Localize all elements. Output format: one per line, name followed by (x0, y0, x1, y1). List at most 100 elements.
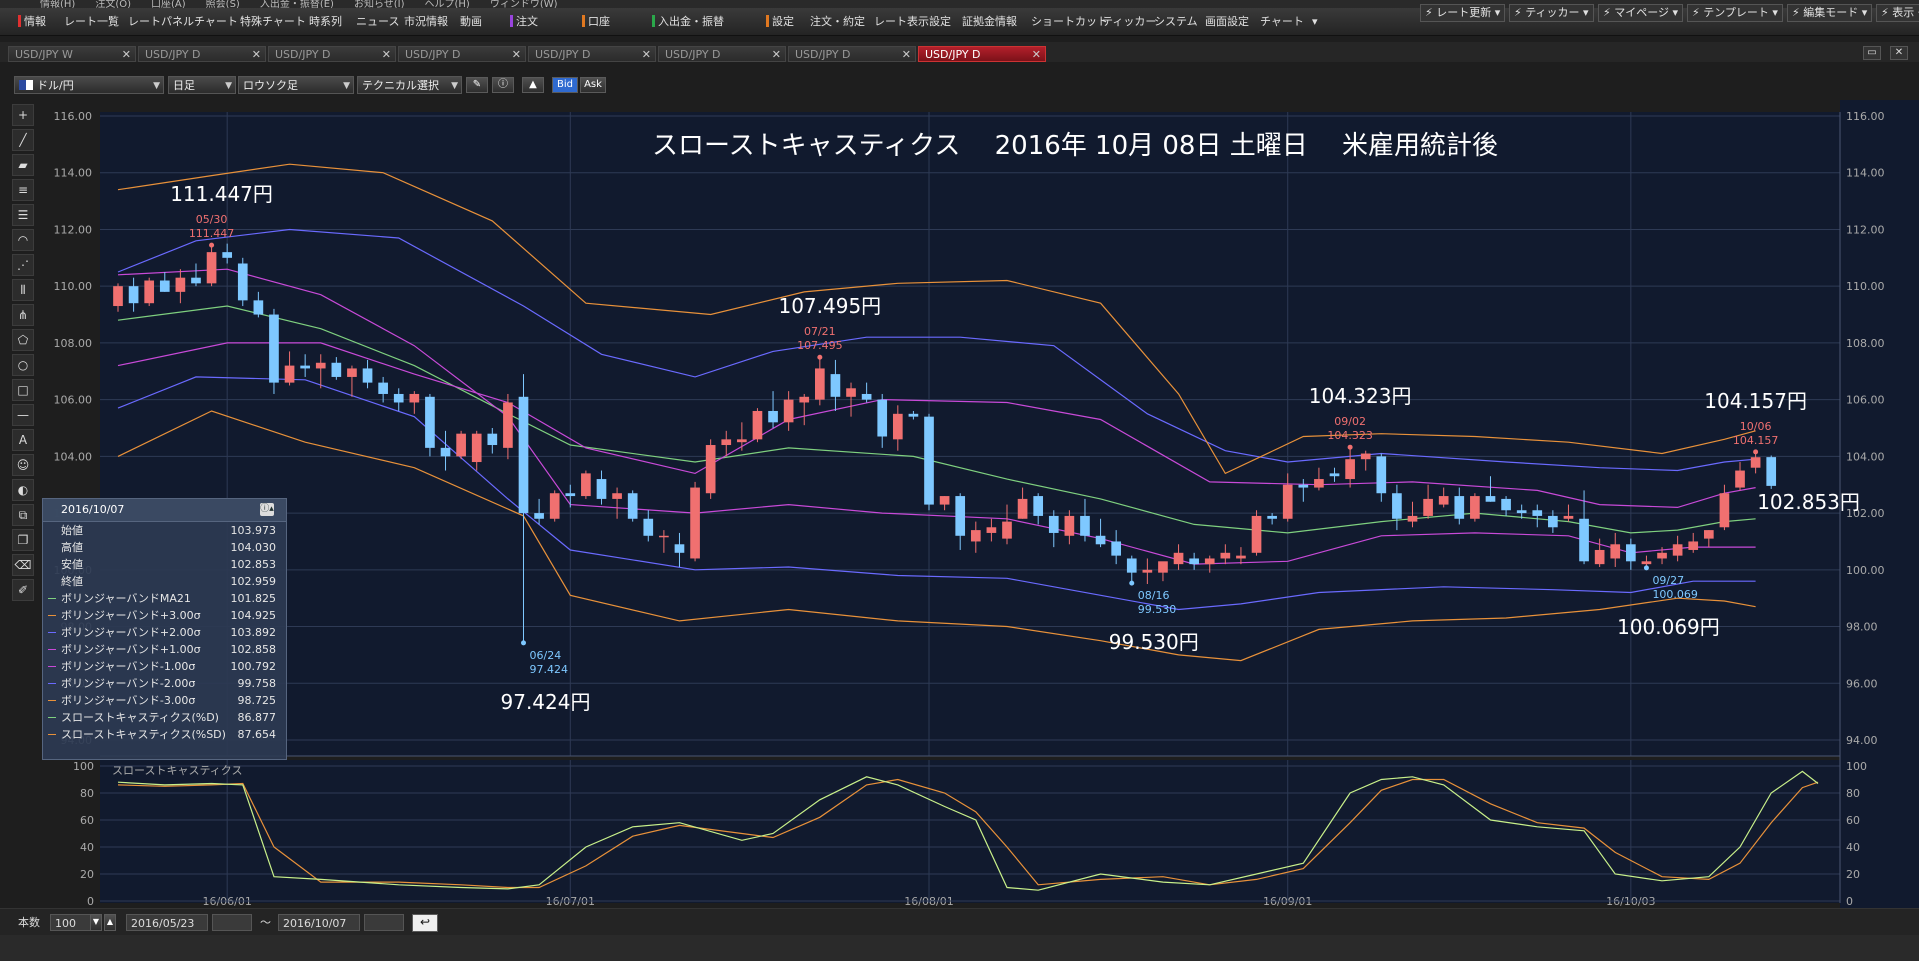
refresh-icon[interactable]: ↩ (412, 914, 438, 932)
mountain-chart-icon[interactable]: ▲ (522, 77, 544, 93)
horizontal-lines-icon[interactable]: ≡ (12, 179, 34, 201)
rectangle-icon[interactable]: □ (12, 379, 34, 401)
eraser-icon[interactable]: ⌫ (12, 554, 34, 576)
top-right-menu[interactable]: ⚡ 編集モード ▾ (1787, 4, 1873, 22)
close-tab-icon[interactable]: ✕ (512, 47, 521, 63)
chart-tab[interactable]: USD/JPY W ✕ (8, 46, 136, 62)
toolbar-button[interactable]: 注文・約定 (806, 14, 869, 30)
menu-item[interactable]: 情報(H) (40, 0, 75, 8)
stamp-icon[interactable]: ☺ (12, 454, 34, 476)
toolbar-button[interactable]: チャート (1256, 14, 1308, 30)
close-tab-icon[interactable]: ✕ (252, 47, 261, 63)
flag-icon (19, 80, 33, 90)
toolbar-more-icon[interactable]: ▾ (1308, 14, 1322, 30)
close-tab-icon[interactable]: ✕ (902, 47, 911, 63)
circle-icon[interactable]: ○ (12, 354, 34, 376)
vertical-lines-icon[interactable]: ⦀ (12, 279, 34, 301)
pen-icon[interactable]: ✎ (466, 77, 488, 93)
technical-select[interactable]: テクニカル選択 ▼ (357, 76, 462, 94)
menu-item[interactable]: 注文(O) (95, 0, 131, 8)
date-from-field[interactable]: 2016/05/23 (126, 914, 208, 931)
toolbar-button[interactable]: 動画 (456, 14, 486, 30)
close-tab-icon[interactable]: ✕ (1032, 47, 1041, 63)
count-down-icon[interactable]: ▼ (90, 914, 102, 931)
pentagon-icon[interactable]: ⬠ (12, 329, 34, 351)
chart-tab[interactable]: USD/JPY D ✕ (398, 46, 526, 62)
toolbar-button[interactable]: ニュース (352, 14, 403, 30)
toolbar-button[interactable]: 証拠金情報 (958, 14, 1021, 30)
close-tab-icon[interactable]: ✕ (382, 47, 391, 63)
bid-button[interactable]: Bid (552, 77, 578, 93)
chart-tab[interactable]: USD/JPY D ✕ (918, 46, 1046, 62)
close-tab-icon[interactable]: ✕ (772, 47, 781, 63)
series-swatch (48, 666, 56, 667)
date-to-picker[interactable] (364, 914, 404, 931)
menu-item[interactable]: 口座(A) (151, 0, 186, 8)
toolbar-button[interactable]: レート一覧 (60, 14, 123, 30)
toolbar-button[interactable]: 口座 (578, 14, 614, 30)
menu-item[interactable]: 入出金・振替(E) (260, 0, 334, 8)
menu-item[interactable]: ヘルプ(H) (425, 0, 470, 8)
magic-icon[interactable]: ✐ (12, 579, 34, 601)
price-chart[interactable]: 116.00 116.00 114.00 114.00 112.00 112.00 110.… (40, 100, 1919, 908)
toolbar-button[interactable]: 入出金・振替 (648, 14, 728, 30)
fan-icon[interactable]: ⋰ (12, 254, 34, 276)
info-icon[interactable]: ⓘ (492, 77, 514, 93)
horizontal-line-icon[interactable]: — (12, 404, 34, 426)
pitchfork-icon[interactable]: ⋔ (12, 304, 34, 326)
count-up-icon[interactable]: ▲ (104, 914, 116, 931)
top-right-menu[interactable]: ⚡ レート更新 ▾ (1420, 4, 1506, 22)
menu-item[interactable]: 照会(S) (206, 0, 240, 8)
stoch-tick-right: 100 (1846, 760, 1867, 773)
top-right-menu[interactable]: ⚡ マイページ ▾ (1598, 4, 1684, 22)
status-bar (0, 935, 1919, 961)
menu-item[interactable]: ウィンドウ(W) (490, 0, 558, 8)
ask-button[interactable]: Ask (580, 77, 606, 93)
annotation-date: 09/02 (1334, 415, 1366, 428)
trendline-icon[interactable]: ╱ (12, 129, 34, 151)
close-window-icon[interactable]: ✕ (1890, 46, 1908, 60)
toolbar-button[interactable]: チャート (190, 14, 242, 30)
top-right-menu[interactable]: ⚡ 表示・環境設定 ▾ (1876, 4, 1919, 22)
date-from-picker[interactable] (212, 914, 252, 931)
toolbar-button[interactable]: 情報 (14, 14, 50, 30)
candle-body (1251, 515, 1262, 553)
date-to-field[interactable]: 2016/10/07 (278, 914, 360, 931)
toolbar-button[interactable]: 時系列 (305, 14, 346, 30)
toolbar-button[interactable]: レートパネル (124, 14, 198, 30)
toolbar-button[interactable]: 設定 (762, 14, 798, 30)
chart-tab[interactable]: USD/JPY D ✕ (268, 46, 396, 62)
layers-icon[interactable]: ❐ (12, 529, 34, 551)
chart-tab[interactable]: USD/JPY D ✕ (528, 46, 656, 62)
ruler-icon[interactable]: ▰ (12, 154, 34, 176)
crosshair-icon[interactable]: + (12, 104, 34, 126)
period-select[interactable]: 日足 ▼ (168, 76, 236, 94)
toolbar-button[interactable]: 特殊チャート (236, 14, 310, 30)
text-icon[interactable]: A (12, 429, 34, 451)
annotation-value: 107.495 (797, 339, 843, 352)
copy-icon[interactable]: ⧉ (12, 504, 34, 526)
toolbar-button[interactable]: 市況情報 (400, 14, 452, 30)
top-right-menu[interactable]: ⚡ ティッカー ▾ (1509, 4, 1594, 22)
menu-item[interactable]: お知らせ(I) (354, 0, 405, 8)
maximize-icon[interactable]: ▭ (1863, 46, 1881, 60)
close-tab-icon[interactable]: ✕ (122, 47, 131, 63)
chart-tab[interactable]: USD/JPY D ✕ (138, 46, 266, 62)
candle-body (986, 527, 997, 533)
toolbar-button[interactable]: 注文 (506, 14, 542, 30)
currency-pair-select[interactable]: ドル/円 ▼ (14, 76, 164, 94)
info-row: 始値 103.973 (43, 522, 286, 539)
palette-icon[interactable]: ◐ (12, 479, 34, 501)
toolbar-button[interactable]: システム (1150, 14, 1202, 30)
top-right-menu[interactable]: ⚡ テンプレート ▾ (1687, 4, 1783, 22)
channel-icon[interactable]: ☰ (12, 204, 34, 226)
info-toggle-icon[interactable]: ⓘ▴ (260, 503, 274, 516)
candle-body (1735, 470, 1745, 488)
chart-type-select[interactable]: ロウソク足 ▼ (238, 76, 354, 94)
close-tab-icon[interactable]: ✕ (642, 47, 651, 63)
chart-tab[interactable]: USD/JPY D ✕ (658, 46, 786, 62)
toolbar-button[interactable]: レート表示設定 (870, 14, 955, 30)
fibonacci-arc-icon[interactable]: ◠ (12, 229, 34, 251)
chart-tab[interactable]: USD/JPY D ✕ (788, 46, 916, 62)
toolbar-button[interactable]: 画面設定 (1201, 14, 1253, 30)
